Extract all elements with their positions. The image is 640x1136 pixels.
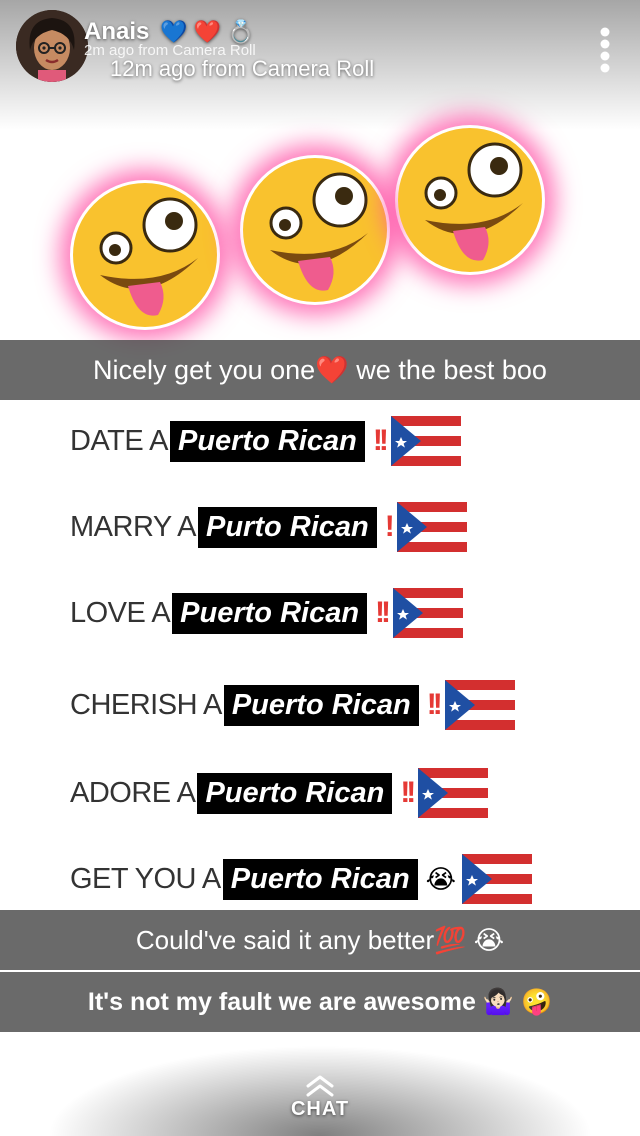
- line-lead: GET YOU A: [70, 862, 221, 895]
- line-lead: MARRY A: [70, 510, 196, 543]
- puerto-rico-flag-icon: [462, 854, 533, 904]
- list-item: MARRY A Purto Rican !: [70, 500, 467, 554]
- line-suffix: !!: [400, 776, 416, 809]
- line-lead: ADORE A: [70, 776, 196, 809]
- line-suffix: 😭: [425, 863, 457, 894]
- list-item: LOVE A Puerto Rican !!: [70, 586, 464, 640]
- line-lead: CHERISH A: [70, 688, 222, 721]
- line-suffix: !!: [426, 688, 443, 721]
- list-item: ADORE A Puerto Rican !!: [70, 766, 489, 820]
- list-item: DATE A Puerto Rican !!: [70, 414, 461, 468]
- line-lead: DATE A: [70, 424, 169, 457]
- line-lead: LOVE A: [70, 596, 171, 629]
- zany-face-icon: [395, 125, 545, 275]
- username: Anais: [84, 18, 150, 45]
- caption-top: Nicely get you one❤️ we the best boo: [0, 340, 640, 400]
- puerto-rico-flag-icon: [396, 502, 467, 552]
- puerto-rico-flag-icon: [393, 588, 464, 638]
- list-item: CHERISH A Puerto Rican !!: [70, 678, 515, 732]
- chevron-up-icon: [306, 1075, 334, 1097]
- line-boxed: Puerto Rican: [222, 858, 418, 900]
- avatar[interactable]: [16, 10, 88, 82]
- story-header: Anais 💙 ❤️ 💍 2m ago from Camera Roll 12m…: [0, 0, 640, 110]
- line-suffix: !!: [375, 596, 391, 629]
- caption-middle: Could've said it any better💯 😭: [0, 910, 640, 970]
- username-emojis: 💙 ❤️ 💍: [160, 19, 255, 44]
- puerto-rico-flag-icon: [390, 416, 461, 466]
- puerto-rico-flag-icon: [418, 768, 489, 818]
- list-item: GET YOU A Puerto Rican 😭: [70, 852, 533, 906]
- caption-bottom-text: It's not my fault we are awesome 🤷🏻‍♀️ 🤪: [87, 987, 553, 1016]
- bitmoji-icon: [16, 10, 88, 82]
- chat-label: CHAT: [290, 1098, 350, 1120]
- line-suffix: !!: [372, 424, 389, 457]
- chat-button[interactable]: CHAT: [270, 1070, 370, 1130]
- caption-middle-text: Could've said it any better💯 😭: [135, 924, 505, 955]
- more-vertical-icon[interactable]: [592, 26, 618, 74]
- line-boxed: Puerto Rican: [223, 684, 419, 726]
- zany-face-icon: [240, 155, 390, 305]
- line-boxed: Purto Rican: [197, 506, 377, 548]
- puerto-rico-flag-icon: [444, 680, 515, 730]
- line-boxed: Puerto Rican: [197, 772, 393, 814]
- line-suffix: !: [384, 510, 395, 543]
- caption-bottom: It's not my fault we are awesome 🤷🏻‍♀️ 🤪: [0, 972, 640, 1032]
- zany-face-icon: [70, 180, 220, 330]
- caption-top-text: Nicely get you one❤️ we the best boo: [93, 355, 547, 385]
- line-boxed: Puerto Rican: [170, 420, 365, 462]
- story-timestamp: 12m ago from Camera Roll: [110, 56, 375, 81]
- zany-emoji-row: [60, 120, 580, 340]
- line-boxed: Puerto Rican: [172, 592, 368, 634]
